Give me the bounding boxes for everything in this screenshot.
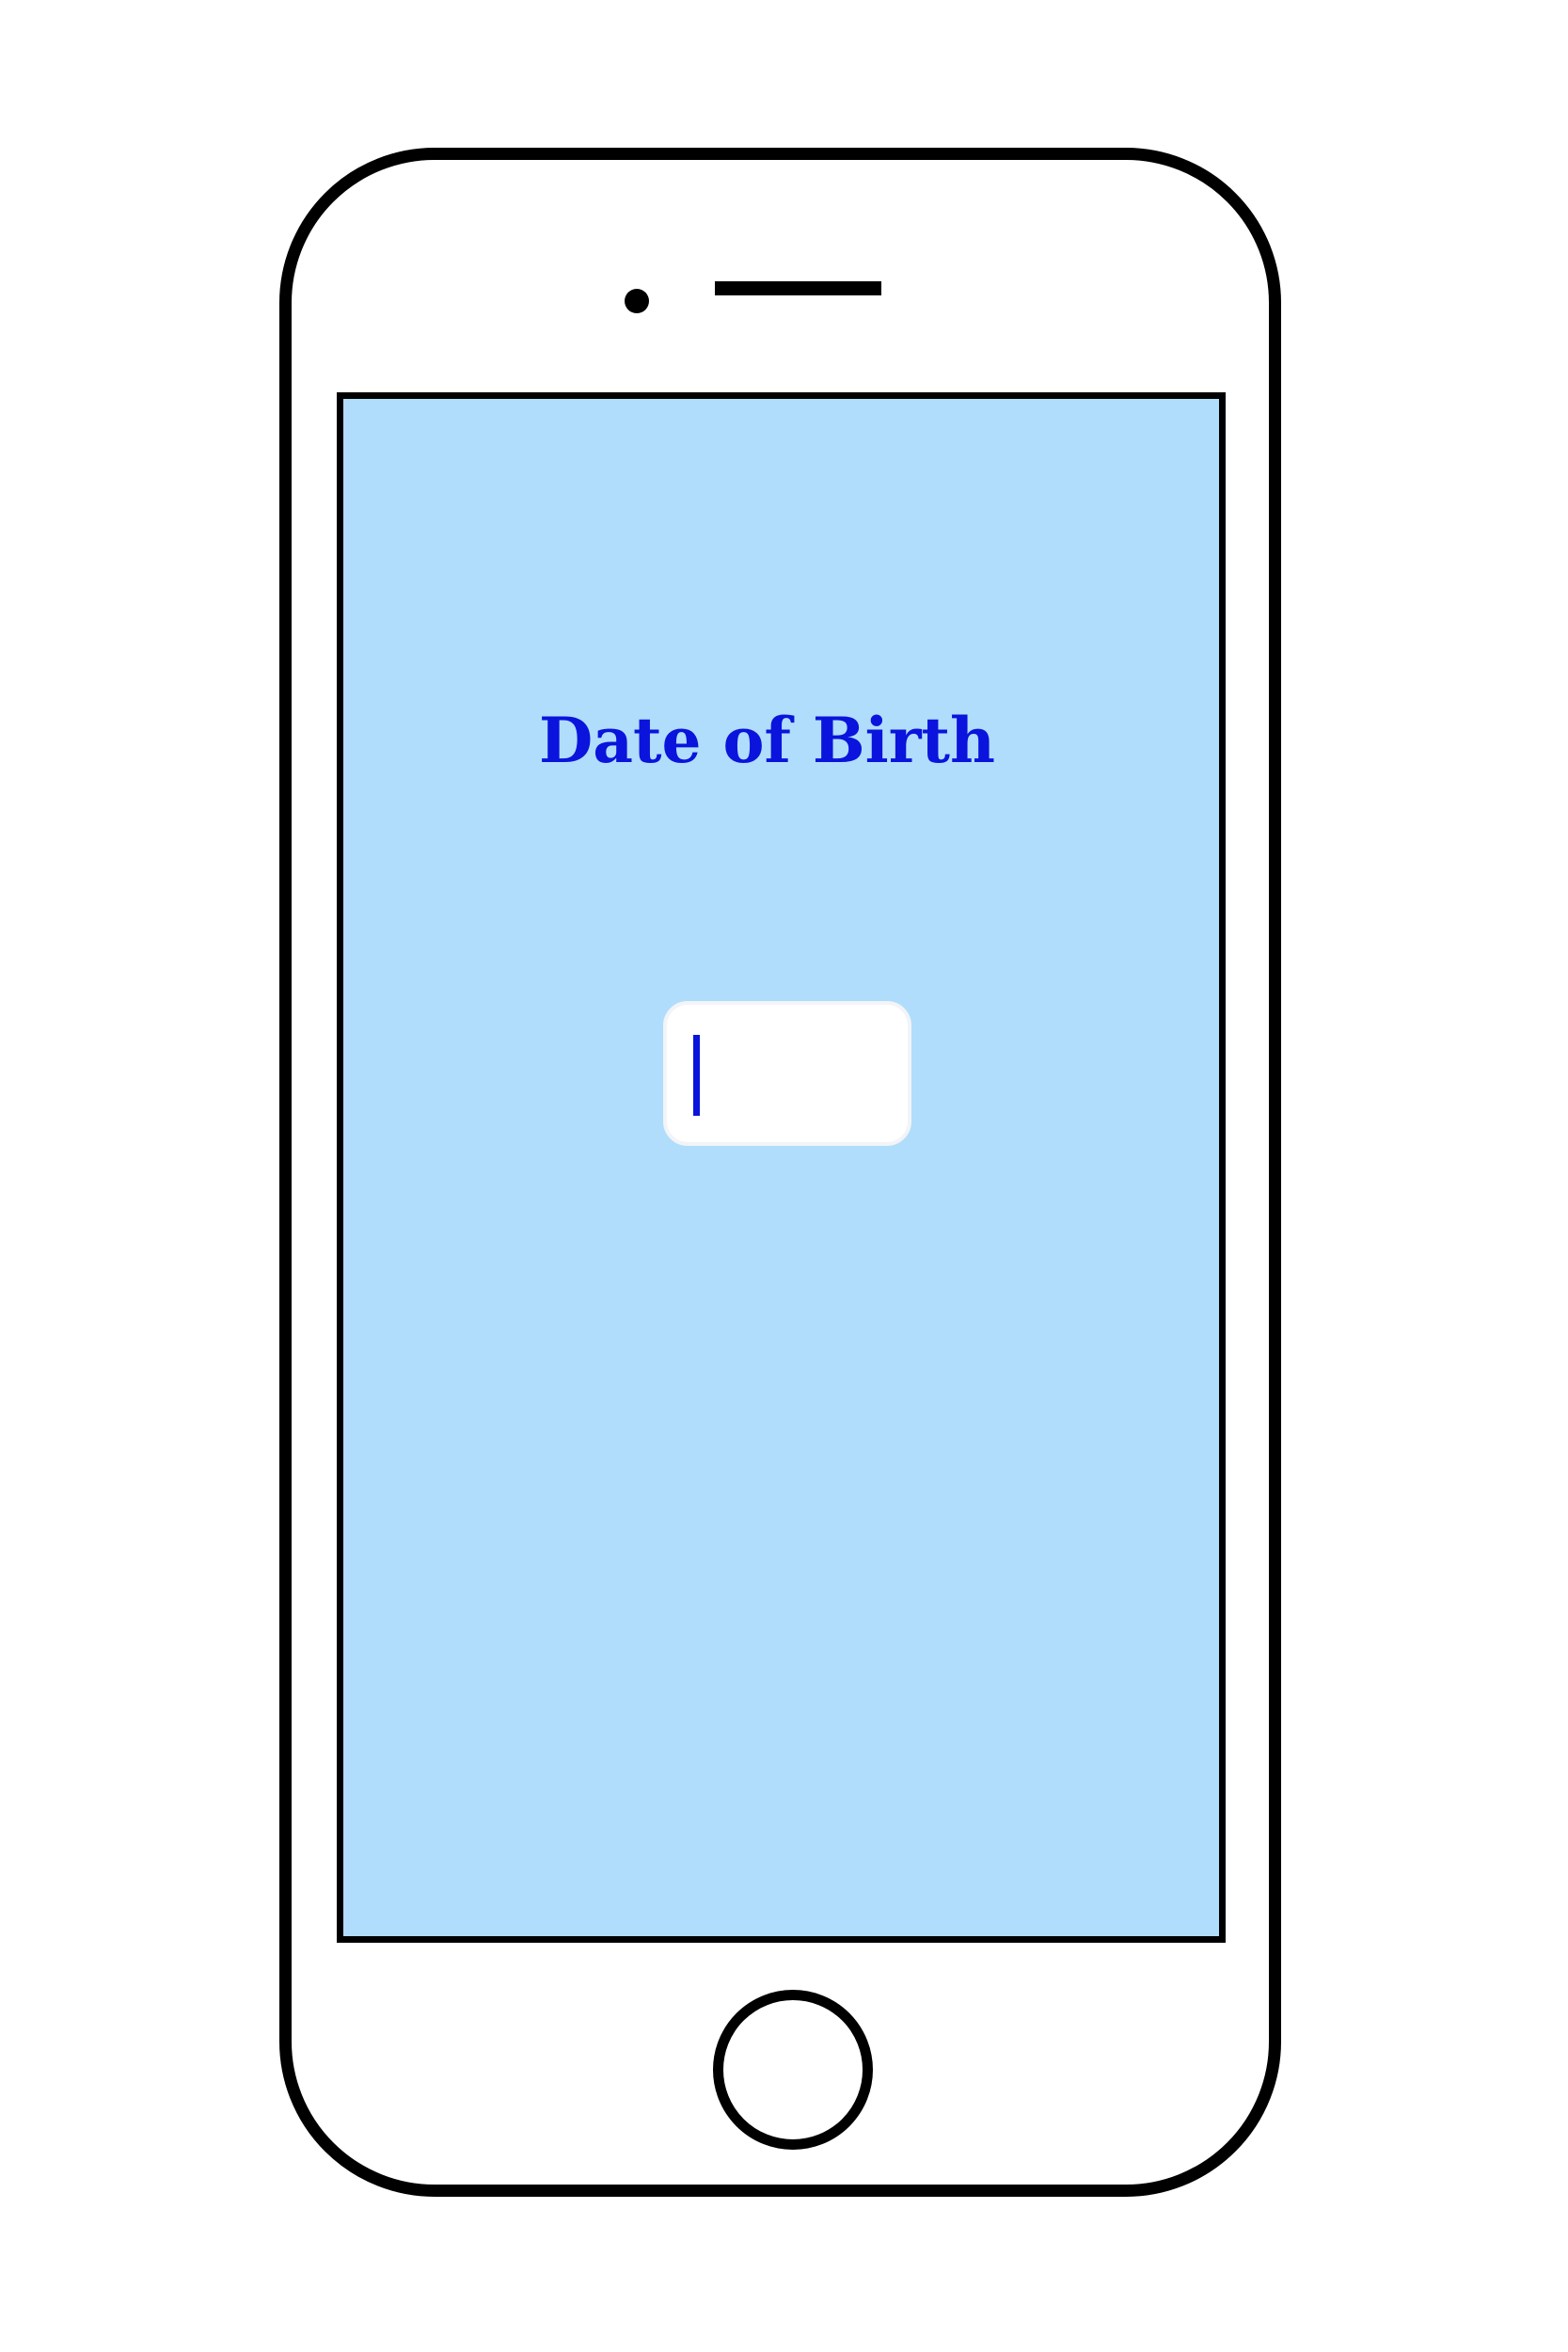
date-of-birth-input[interactable] — [663, 1001, 911, 1146]
phone-screen: Date of Birth — [337, 392, 1226, 1943]
mockup-stage: Date of Birth — [0, 0, 1568, 2352]
home-button[interactable] — [713, 1990, 873, 2150]
speaker-grille — [715, 281, 881, 295]
page-title: Date of Birth — [539, 704, 995, 777]
front-camera — [625, 289, 649, 313]
text-cursor — [693, 1035, 700, 1116]
